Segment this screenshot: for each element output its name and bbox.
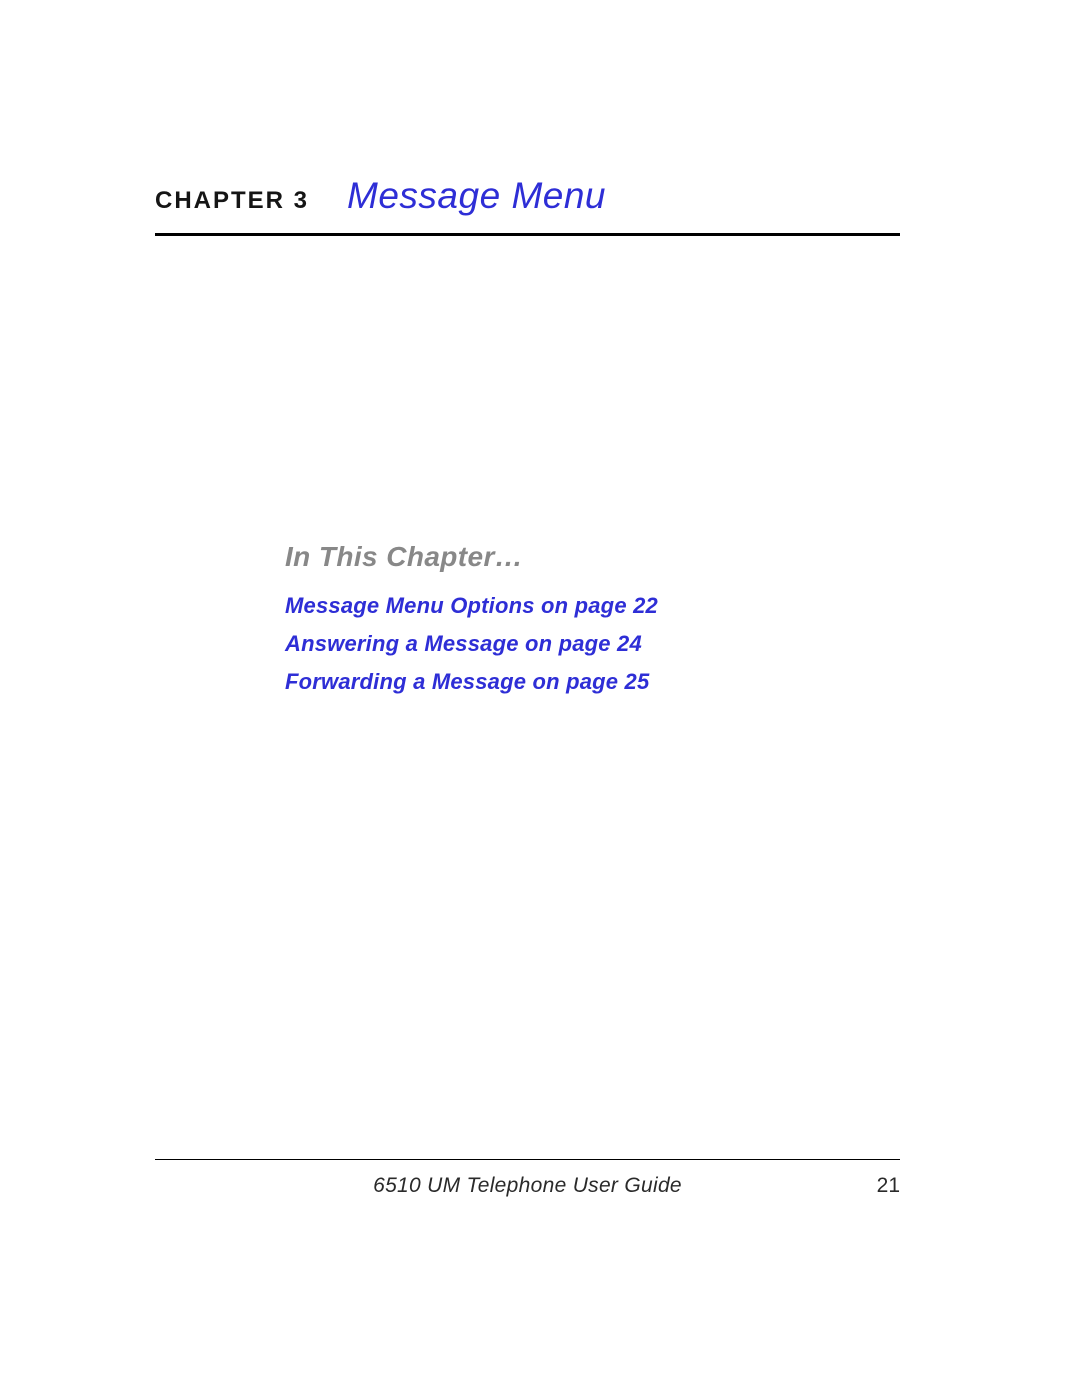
toc-link-forwarding-a-message[interactable]: Forwarding a Message on page 25 [285,663,900,701]
chapter-label: CHAPTER 3 [155,187,309,215]
chapter-body: In This Chapter… Message Menu Options on… [285,541,900,700]
toc-link-message-menu-options[interactable]: Message Menu Options on page 22 [285,587,900,625]
book-title: 6510 UM Telephone User Guide [373,1174,682,1198]
page-footer: 6510 UM Telephone User Guide 21 [155,1159,900,1198]
header-rule [155,233,900,236]
document-page: CHAPTER 3 Message Menu In This Chapter… … [0,0,1080,1388]
chapter-header: CHAPTER 3 Message Menu [155,175,900,229]
section-heading: In This Chapter… [285,541,900,573]
footer-row: 6510 UM Telephone User Guide 21 [155,1174,900,1198]
page-number: 21 [877,1174,900,1198]
footer-rule [155,1159,900,1160]
chapter-title: Message Menu [347,175,606,217]
toc-link-answering-a-message[interactable]: Answering a Message on page 24 [285,625,900,663]
